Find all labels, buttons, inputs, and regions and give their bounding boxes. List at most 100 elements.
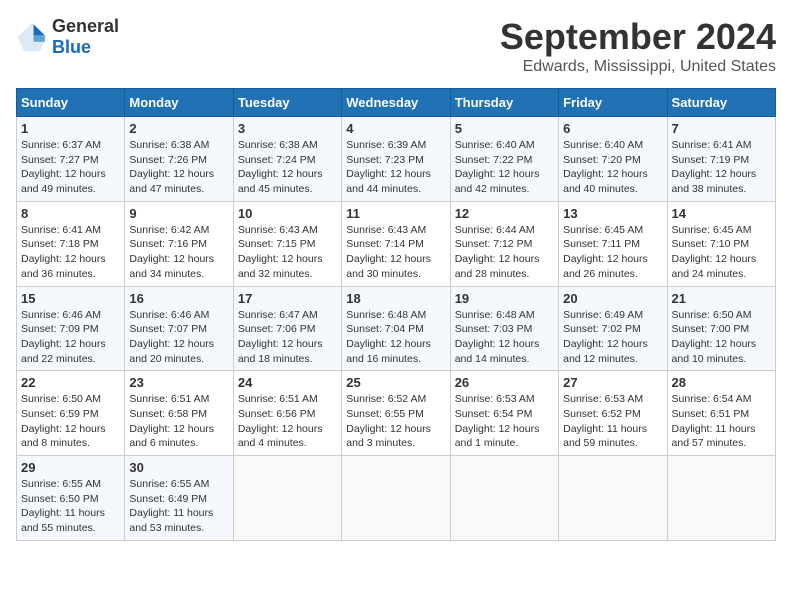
logo: General Blue xyxy=(16,16,119,58)
table-row: 2 Sunrise: 6:38 AM Sunset: 7:26 PM Dayli… xyxy=(125,117,233,202)
table-row: 24 Sunrise: 6:51 AM Sunset: 6:56 PM Dayl… xyxy=(233,371,341,456)
calendar-week-row: 1 Sunrise: 6:37 AM Sunset: 7:27 PM Dayli… xyxy=(17,117,776,202)
day-info: Sunrise: 6:38 AM Sunset: 7:24 PM Dayligh… xyxy=(238,138,337,197)
day-info: Sunrise: 6:48 AM Sunset: 7:04 PM Dayligh… xyxy=(346,308,445,367)
col-tuesday: Tuesday xyxy=(233,89,341,117)
table-row xyxy=(559,456,667,541)
day-info: Sunrise: 6:48 AM Sunset: 7:03 PM Dayligh… xyxy=(455,308,554,367)
table-row: 13 Sunrise: 6:45 AM Sunset: 7:11 PM Dayl… xyxy=(559,201,667,286)
logo-blue: Blue xyxy=(52,37,91,57)
header: General Blue September 2024 Edwards, Mis… xyxy=(16,16,776,76)
day-info: Sunrise: 6:52 AM Sunset: 6:55 PM Dayligh… xyxy=(346,392,445,451)
day-number: 23 xyxy=(129,375,228,390)
day-number: 1 xyxy=(21,121,120,136)
day-number: 2 xyxy=(129,121,228,136)
table-row: 11 Sunrise: 6:43 AM Sunset: 7:14 PM Dayl… xyxy=(342,201,450,286)
day-number: 17 xyxy=(238,291,337,306)
day-number: 29 xyxy=(21,460,120,475)
day-info: Sunrise: 6:43 AM Sunset: 7:15 PM Dayligh… xyxy=(238,223,337,282)
table-row: 21 Sunrise: 6:50 AM Sunset: 7:00 PM Dayl… xyxy=(667,286,775,371)
title-area: September 2024 Edwards, Mississippi, Uni… xyxy=(500,16,776,76)
table-row: 27 Sunrise: 6:53 AM Sunset: 6:52 PM Dayl… xyxy=(559,371,667,456)
table-row: 8 Sunrise: 6:41 AM Sunset: 7:18 PM Dayli… xyxy=(17,201,125,286)
day-number: 20 xyxy=(563,291,662,306)
table-row: 7 Sunrise: 6:41 AM Sunset: 7:19 PM Dayli… xyxy=(667,117,775,202)
day-number: 3 xyxy=(238,121,337,136)
table-row: 28 Sunrise: 6:54 AM Sunset: 6:51 PM Dayl… xyxy=(667,371,775,456)
day-number: 4 xyxy=(346,121,445,136)
day-info: Sunrise: 6:45 AM Sunset: 7:11 PM Dayligh… xyxy=(563,223,662,282)
day-info: Sunrise: 6:37 AM Sunset: 7:27 PM Dayligh… xyxy=(21,138,120,197)
table-row: 30 Sunrise: 6:55 AM Sunset: 6:49 PM Dayl… xyxy=(125,456,233,541)
table-row: 29 Sunrise: 6:55 AM Sunset: 6:50 PM Dayl… xyxy=(17,456,125,541)
col-sunday: Sunday xyxy=(17,89,125,117)
table-row: 4 Sunrise: 6:39 AM Sunset: 7:23 PM Dayli… xyxy=(342,117,450,202)
calendar-table: Sunday Monday Tuesday Wednesday Thursday… xyxy=(16,88,776,541)
table-row: 5 Sunrise: 6:40 AM Sunset: 7:22 PM Dayli… xyxy=(450,117,558,202)
col-monday: Monday xyxy=(125,89,233,117)
calendar-week-row: 29 Sunrise: 6:55 AM Sunset: 6:50 PM Dayl… xyxy=(17,456,776,541)
day-number: 26 xyxy=(455,375,554,390)
day-info: Sunrise: 6:41 AM Sunset: 7:18 PM Dayligh… xyxy=(21,223,120,282)
table-row: 10 Sunrise: 6:43 AM Sunset: 7:15 PM Dayl… xyxy=(233,201,341,286)
col-saturday: Saturday xyxy=(667,89,775,117)
day-info: Sunrise: 6:43 AM Sunset: 7:14 PM Dayligh… xyxy=(346,223,445,282)
table-row: 23 Sunrise: 6:51 AM Sunset: 6:58 PM Dayl… xyxy=(125,371,233,456)
col-wednesday: Wednesday xyxy=(342,89,450,117)
calendar-week-row: 15 Sunrise: 6:46 AM Sunset: 7:09 PM Dayl… xyxy=(17,286,776,371)
day-info: Sunrise: 6:40 AM Sunset: 7:20 PM Dayligh… xyxy=(563,138,662,197)
day-number: 22 xyxy=(21,375,120,390)
day-number: 9 xyxy=(129,206,228,221)
day-number: 11 xyxy=(346,206,445,221)
day-info: Sunrise: 6:54 AM Sunset: 6:51 PM Dayligh… xyxy=(672,392,771,451)
day-number: 10 xyxy=(238,206,337,221)
col-friday: Friday xyxy=(559,89,667,117)
table-row xyxy=(342,456,450,541)
table-row: 19 Sunrise: 6:48 AM Sunset: 7:03 PM Dayl… xyxy=(450,286,558,371)
calendar-header-row: Sunday Monday Tuesday Wednesday Thursday… xyxy=(17,89,776,117)
day-number: 8 xyxy=(21,206,120,221)
day-info: Sunrise: 6:53 AM Sunset: 6:52 PM Dayligh… xyxy=(563,392,662,451)
table-row xyxy=(450,456,558,541)
table-row xyxy=(233,456,341,541)
table-row: 18 Sunrise: 6:48 AM Sunset: 7:04 PM Dayl… xyxy=(342,286,450,371)
day-number: 24 xyxy=(238,375,337,390)
day-number: 5 xyxy=(455,121,554,136)
day-number: 14 xyxy=(672,206,771,221)
day-info: Sunrise: 6:49 AM Sunset: 7:02 PM Dayligh… xyxy=(563,308,662,367)
day-number: 19 xyxy=(455,291,554,306)
day-info: Sunrise: 6:45 AM Sunset: 7:10 PM Dayligh… xyxy=(672,223,771,282)
col-thursday: Thursday xyxy=(450,89,558,117)
day-number: 27 xyxy=(563,375,662,390)
day-info: Sunrise: 6:51 AM Sunset: 6:58 PM Dayligh… xyxy=(129,392,228,451)
day-info: Sunrise: 6:38 AM Sunset: 7:26 PM Dayligh… xyxy=(129,138,228,197)
day-number: 21 xyxy=(672,291,771,306)
day-info: Sunrise: 6:46 AM Sunset: 7:07 PM Dayligh… xyxy=(129,308,228,367)
location-title: Edwards, Mississippi, United States xyxy=(500,58,776,76)
day-info: Sunrise: 6:50 AM Sunset: 7:00 PM Dayligh… xyxy=(672,308,771,367)
day-info: Sunrise: 6:39 AM Sunset: 7:23 PM Dayligh… xyxy=(346,138,445,197)
day-info: Sunrise: 6:46 AM Sunset: 7:09 PM Dayligh… xyxy=(21,308,120,367)
table-row: 9 Sunrise: 6:42 AM Sunset: 7:16 PM Dayli… xyxy=(125,201,233,286)
table-row: 12 Sunrise: 6:44 AM Sunset: 7:12 PM Dayl… xyxy=(450,201,558,286)
day-info: Sunrise: 6:44 AM Sunset: 7:12 PM Dayligh… xyxy=(455,223,554,282)
day-info: Sunrise: 6:50 AM Sunset: 6:59 PM Dayligh… xyxy=(21,392,120,451)
day-number: 7 xyxy=(672,121,771,136)
day-number: 30 xyxy=(129,460,228,475)
table-row: 22 Sunrise: 6:50 AM Sunset: 6:59 PM Dayl… xyxy=(17,371,125,456)
table-row: 16 Sunrise: 6:46 AM Sunset: 7:07 PM Dayl… xyxy=(125,286,233,371)
table-row xyxy=(667,456,775,541)
day-number: 13 xyxy=(563,206,662,221)
table-row: 3 Sunrise: 6:38 AM Sunset: 7:24 PM Dayli… xyxy=(233,117,341,202)
table-row: 1 Sunrise: 6:37 AM Sunset: 7:27 PM Dayli… xyxy=(17,117,125,202)
day-number: 18 xyxy=(346,291,445,306)
calendar-week-row: 22 Sunrise: 6:50 AM Sunset: 6:59 PM Dayl… xyxy=(17,371,776,456)
day-number: 28 xyxy=(672,375,771,390)
day-info: Sunrise: 6:41 AM Sunset: 7:19 PM Dayligh… xyxy=(672,138,771,197)
table-row: 14 Sunrise: 6:45 AM Sunset: 7:10 PM Dayl… xyxy=(667,201,775,286)
day-number: 15 xyxy=(21,291,120,306)
table-row: 20 Sunrise: 6:49 AM Sunset: 7:02 PM Dayl… xyxy=(559,286,667,371)
day-number: 25 xyxy=(346,375,445,390)
day-info: Sunrise: 6:51 AM Sunset: 6:56 PM Dayligh… xyxy=(238,392,337,451)
month-title: September 2024 xyxy=(500,16,776,58)
